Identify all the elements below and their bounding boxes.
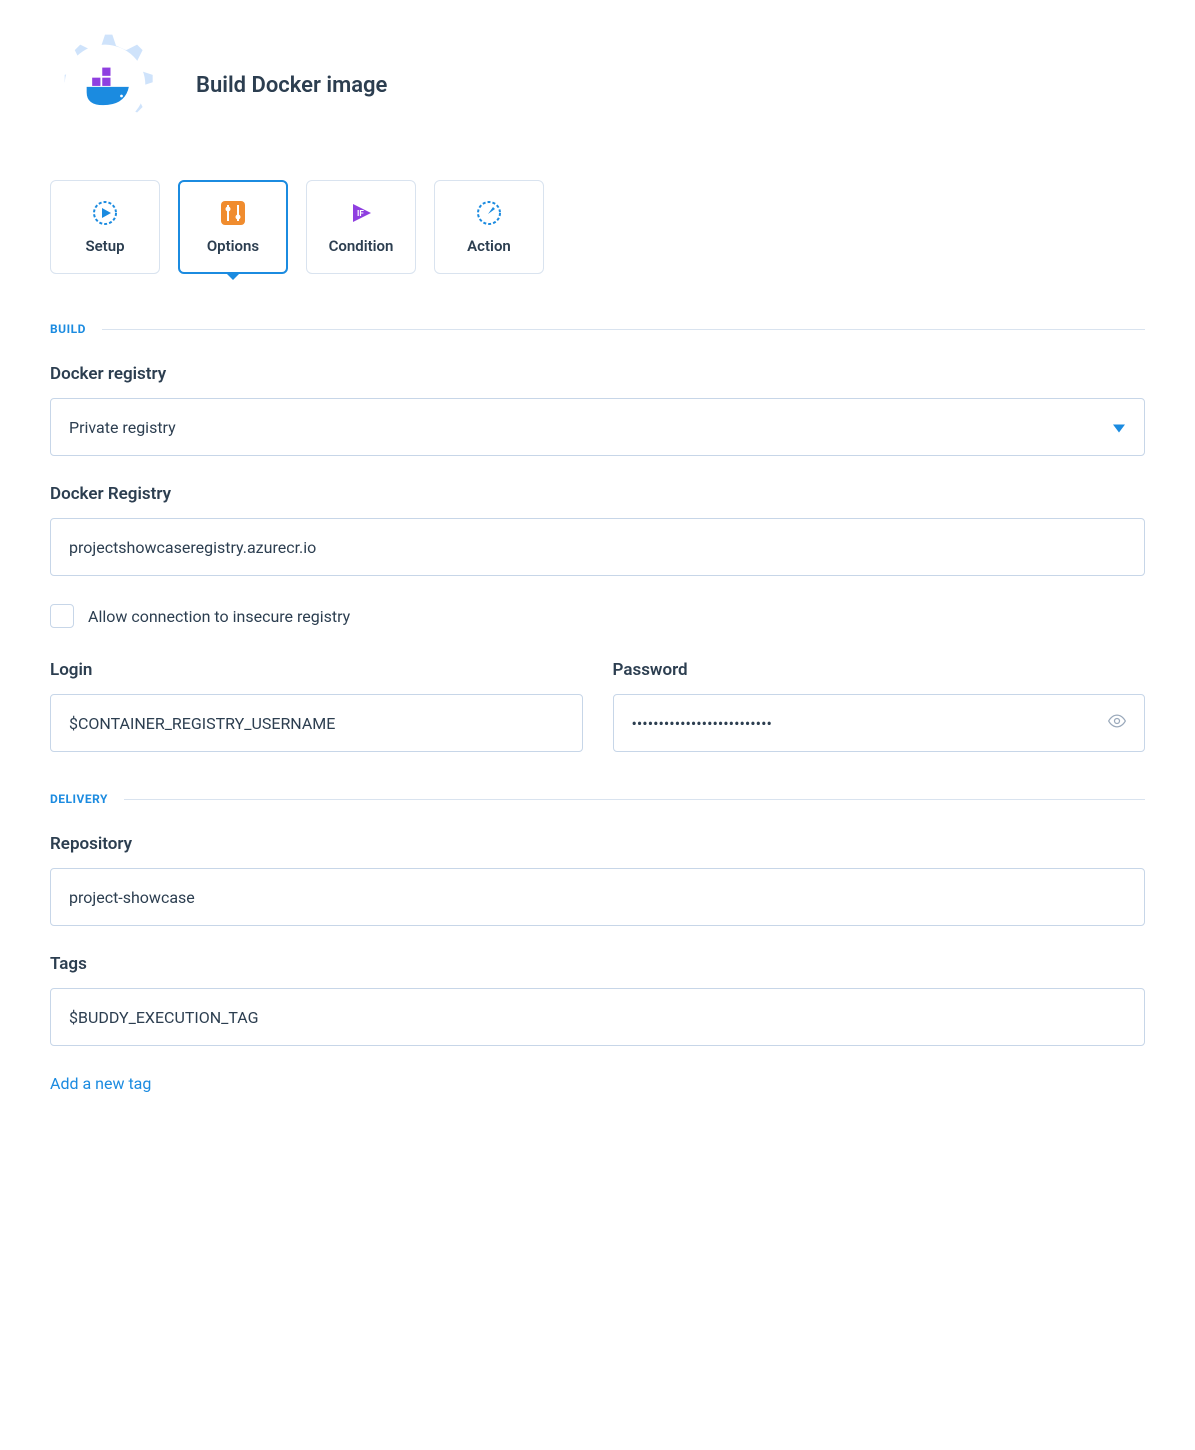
repository-label: Repository	[50, 834, 1145, 854]
insecure-registry-row: Allow connection to insecure registry	[50, 604, 1145, 628]
password-label: Password	[613, 660, 1146, 680]
field-docker-registry-url: Docker Registry	[50, 484, 1145, 576]
tab-options[interactable]: Options	[178, 180, 288, 274]
tab-label: Action	[467, 237, 511, 255]
tab-setup[interactable]: Setup	[50, 180, 160, 274]
insecure-registry-label: Allow connection to insecure registry	[88, 607, 350, 626]
field-login: Login	[50, 660, 583, 752]
eye-icon[interactable]	[1107, 711, 1127, 735]
page-title: Build Docker image	[196, 73, 387, 98]
setup-icon	[91, 199, 119, 227]
field-repository: Repository	[50, 834, 1145, 926]
docker-registry-select[interactable]: Private registry	[50, 398, 1145, 456]
field-tags: Tags	[50, 954, 1145, 1046]
password-input[interactable]	[613, 694, 1146, 752]
field-password: Password	[613, 660, 1146, 752]
docker-registry-label: Docker registry	[50, 364, 1145, 384]
section-heading-delivery: DELIVERY	[50, 792, 1145, 806]
login-label: Login	[50, 660, 583, 680]
tags-label: Tags	[50, 954, 1145, 974]
tab-label: Setup	[85, 237, 124, 255]
tab-bar: Setup Options IF Condition Action	[50, 180, 1145, 274]
field-docker-registry-select: Docker registry Private registry	[50, 364, 1145, 456]
add-tag-link[interactable]: Add a new tag	[50, 1074, 151, 1093]
tab-condition[interactable]: IF Condition	[306, 180, 416, 274]
page-header: Build Docker image	[50, 30, 1145, 140]
condition-icon: IF	[347, 199, 375, 227]
tab-label: Options	[207, 237, 259, 255]
repository-input[interactable]	[50, 868, 1145, 926]
insecure-registry-checkbox[interactable]	[50, 604, 74, 628]
docker-gear-icon	[50, 30, 160, 140]
svg-text:IF: IF	[357, 209, 364, 218]
docker-registry-url-input[interactable]	[50, 518, 1145, 576]
login-input[interactable]	[50, 694, 583, 752]
options-icon	[219, 199, 247, 227]
docker-registry-url-label: Docker Registry	[50, 484, 1145, 504]
tab-label: Condition	[329, 237, 394, 255]
action-icon	[475, 199, 503, 227]
section-heading-build: BUILD	[50, 322, 1145, 336]
tab-action[interactable]: Action	[434, 180, 544, 274]
tags-input[interactable]	[50, 988, 1145, 1046]
